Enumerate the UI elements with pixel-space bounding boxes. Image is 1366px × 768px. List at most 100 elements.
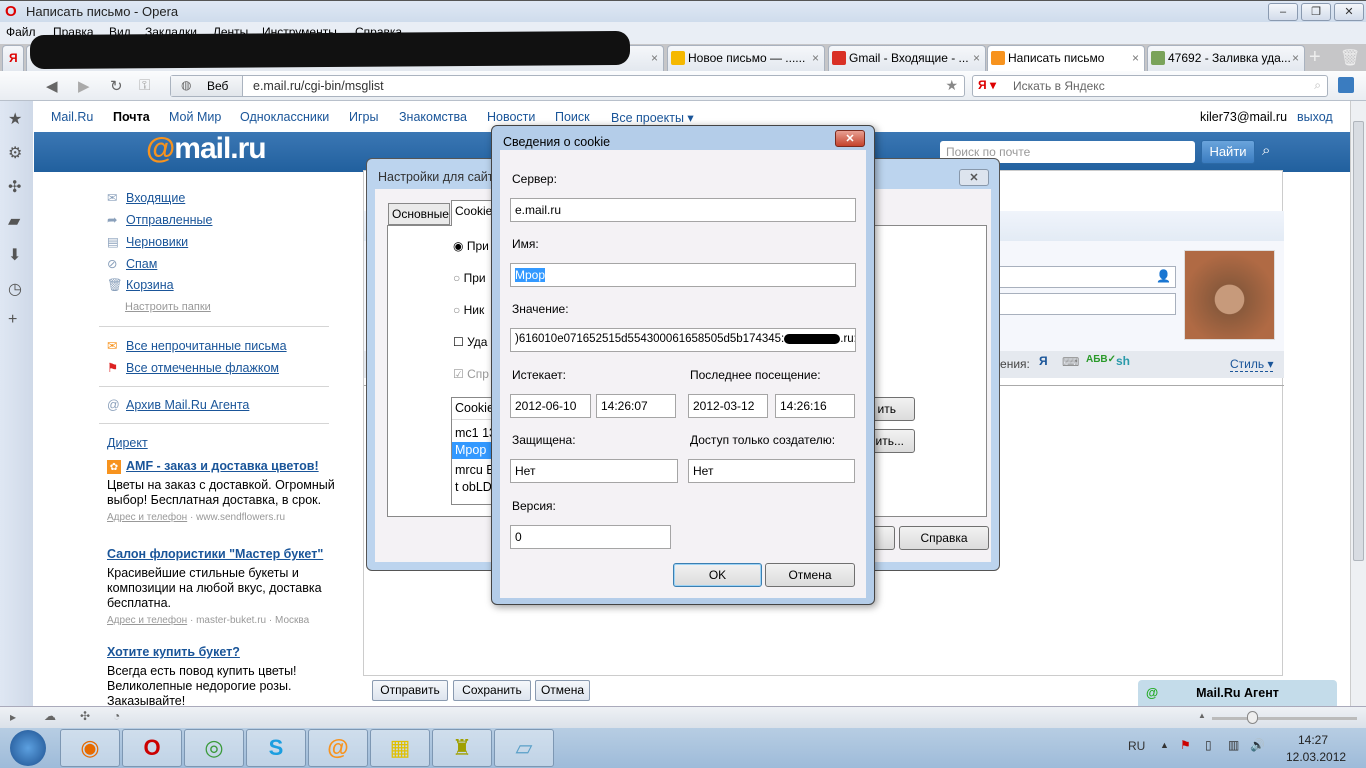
chrome-taskbar-icon[interactable]: ◎ xyxy=(184,729,244,767)
radio-never[interactable]: ○ Ник xyxy=(453,303,484,317)
restore-button[interactable]: ❐ xyxy=(1301,3,1331,21)
ad-title[interactable]: AMF - заказ и доставка цветов! xyxy=(126,459,319,473)
folder-inbox[interactable]: ✉ Входящие xyxy=(107,190,185,205)
app-taskbar-icon[interactable]: ♜ xyxy=(432,729,492,767)
bookmark-star-icon[interactable]: ★ xyxy=(945,77,958,94)
mailru-logo[interactable]: @mail.ru xyxy=(146,132,267,166)
zoom-up-icon[interactable]: ▲ xyxy=(1198,711,1206,720)
bookmarks-star-icon[interactable]: ★ xyxy=(8,109,22,129)
address-field[interactable]: ◍ Веб e.mail.ru/cgi-bin/msglist ★ xyxy=(170,75,965,97)
calculator-taskbar-icon[interactable]: ▦ xyxy=(370,729,430,767)
secure-field[interactable]: Нет xyxy=(510,459,678,483)
direct-link[interactable]: Директ xyxy=(107,436,148,450)
language-indicator[interactable]: RU xyxy=(1128,739,1145,753)
expires-date-field[interactable]: 2012-06-10 xyxy=(510,394,591,418)
nav-igry[interactable]: Игры xyxy=(349,110,378,124)
new-tab-icon[interactable]: + xyxy=(1309,46,1321,69)
ok-button[interactable]: OK xyxy=(673,563,762,587)
ad-title[interactable]: Хотите купить букет? xyxy=(107,645,240,659)
style-dropdown[interactable]: Стиль ▾ xyxy=(1230,357,1274,372)
notes-icon[interactable]: ▰ xyxy=(8,211,20,231)
folder-spam[interactable]: ⊘ Спам xyxy=(107,256,157,271)
setup-folders-link[interactable]: Настроить папки xyxy=(125,301,211,313)
last-visit-time-field[interactable]: 14:26:16 xyxy=(775,394,855,418)
unite-icon[interactable]: ✣ xyxy=(80,709,90,723)
zoom-slider-thumb[interactable] xyxy=(1247,711,1258,724)
radio-accept-only[interactable]: ○ При xyxy=(453,271,486,285)
find-button[interactable]: Найти xyxy=(1201,140,1255,164)
nav-moy-mir[interactable]: Мой Мир xyxy=(169,110,221,124)
creator-only-field[interactable]: Нет xyxy=(688,459,855,483)
name-field[interactable]: Mpop xyxy=(510,263,856,287)
start-button[interactable] xyxy=(10,730,46,766)
back-icon[interactable]: ◀ xyxy=(46,77,58,95)
dialog-close-button[interactable]: ✕ xyxy=(959,169,989,186)
device-icon[interactable]: ▯ xyxy=(1205,738,1212,752)
nav-znakomstva[interactable]: Знакомства xyxy=(399,110,467,124)
dialog-close-button[interactable]: ✕ xyxy=(835,130,865,147)
tab-general[interactable]: Основные xyxy=(388,203,450,225)
checkbox-ask[interactable]: ☑ Спр xyxy=(453,367,489,381)
minimize-button[interactable]: – xyxy=(1268,3,1298,21)
advanced-search-icon[interactable]: ⌕ xyxy=(1262,142,1270,159)
save-button[interactable]: Сохранить xyxy=(453,680,531,701)
mailru-agent-taskbar-icon[interactable]: @ xyxy=(308,729,368,767)
turbo-icon[interactable]: ◔ xyxy=(113,709,120,723)
opera-taskbar-icon[interactable]: O xyxy=(122,729,182,767)
cancel-compose-button[interactable]: Отмена xyxy=(535,680,590,701)
zoom-slider[interactable] xyxy=(1212,717,1357,720)
server-field[interactable]: e.mail.ru xyxy=(510,198,856,222)
panel-toggle-icon[interactable]: ▸ xyxy=(10,710,16,724)
expires-time-field[interactable]: 14:26:07 xyxy=(596,394,676,418)
tab-compose[interactable]: Написать письмо × xyxy=(987,45,1145,71)
skype-taskbar-icon[interactable]: S xyxy=(246,729,306,767)
clock-date[interactable]: 12.03.2012 xyxy=(1286,750,1346,764)
notepad-taskbar-icon[interactable]: ▱ xyxy=(494,729,554,767)
volume-icon[interactable]: 🔊 xyxy=(1250,738,1265,752)
ad-address-link[interactable]: Адрес и телефон xyxy=(107,615,187,626)
forward-icon[interactable]: ▶ xyxy=(78,77,90,95)
transliterate-icon[interactable]: sh xyxy=(1116,354,1130,368)
agent-archive-link[interactable]: @ Архив Mail.Ru Агента xyxy=(107,398,249,412)
cancel-button[interactable]: Отмена xyxy=(765,563,855,587)
downloads-icon[interactable]: ⬇ xyxy=(8,245,21,265)
network-icon[interactable]: ▥ xyxy=(1228,738,1239,752)
spellcheck-icon[interactable]: АБВ✓ xyxy=(1086,354,1116,365)
all-flagged-link[interactable]: ⚑ Все отмеченные флажком xyxy=(107,360,279,375)
contacts-icon[interactable]: 👤 xyxy=(1156,269,1171,283)
scrollbar-thumb[interactable] xyxy=(1353,121,1364,561)
mail-icon[interactable] xyxy=(1338,77,1354,93)
web-button[interactable]: ◍ Веб xyxy=(171,76,243,96)
close-button[interactable]: ✕ xyxy=(1334,3,1364,21)
add-panel-icon[interactable]: + xyxy=(8,311,17,329)
ad-title[interactable]: Салон флористики "Мастер букет" xyxy=(107,547,323,561)
firefox-taskbar-icon[interactable]: ◉ xyxy=(60,729,120,767)
nav-poisk[interactable]: Поиск xyxy=(555,110,590,124)
tab-gmail[interactable]: Gmail - Входящие - ... × xyxy=(828,45,986,71)
unite-icon[interactable]: ✣ xyxy=(8,177,21,197)
folder-drafts[interactable]: ▤ Черновики xyxy=(107,234,188,249)
gear-icon[interactable]: ⚙ xyxy=(8,143,22,163)
version-field[interactable]: 0 xyxy=(510,525,671,549)
trash-icon[interactable]: 🗑 xyxy=(1340,48,1360,68)
yandex-search-field[interactable]: Я ▾ Искать в Яндекс ⌕ xyxy=(972,75,1328,97)
logout-link[interactable]: выход xyxy=(1297,110,1333,124)
keyboard-icon[interactable]: ⌨ xyxy=(1062,355,1079,369)
all-unread-link[interactable]: ✉ Все непрочитанные письма xyxy=(107,338,287,353)
nav-novosti[interactable]: Новости xyxy=(487,110,535,124)
yandex-tab-icon[interactable]: Я xyxy=(2,45,24,71)
send-button[interactable]: Отправить xyxy=(372,680,448,701)
page-scrollbar[interactable] xyxy=(1350,101,1366,706)
action-center-flag-icon[interactable]: ⚑ xyxy=(1180,738,1191,752)
cloud-icon[interactable]: ☁ xyxy=(44,709,56,723)
history-clock-icon[interactable]: ◷ xyxy=(8,279,22,299)
mailru-agent-bar[interactable]: @ Mail.Ru Агент xyxy=(1138,680,1337,706)
tab-new-letter[interactable]: Новое письмо — ...... × xyxy=(667,45,825,71)
tray-expand-icon[interactable]: ▲ xyxy=(1160,740,1169,750)
reload-icon[interactable]: ↻ xyxy=(110,77,123,95)
nav-pochta[interactable]: Почта xyxy=(113,110,150,124)
menu-file[interactable]: Файл xyxy=(6,25,36,39)
folder-sent[interactable]: ➦ Отправленные xyxy=(107,212,212,227)
value-field[interactable]: )616010e071652515d554300061658505d5b1743… xyxy=(510,328,856,352)
translit-icon[interactable]: Я xyxy=(1039,354,1048,368)
